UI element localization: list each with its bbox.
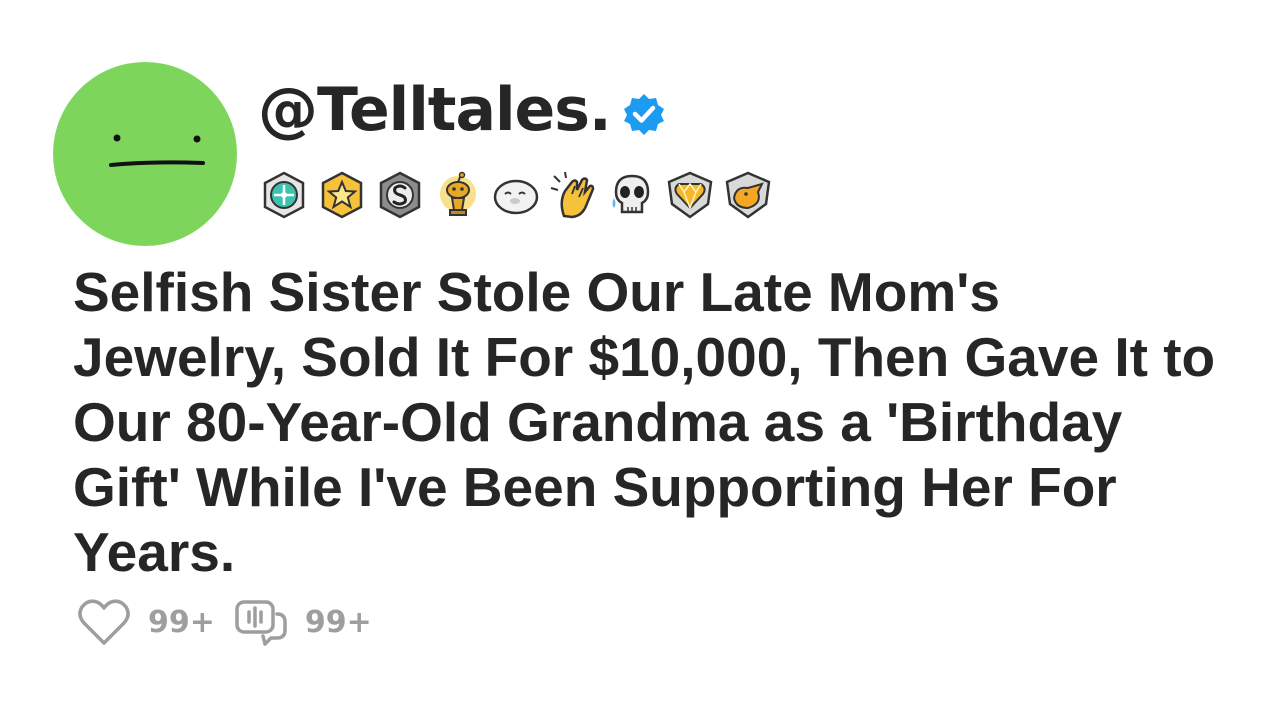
like-count: 99+ bbox=[148, 604, 215, 640]
comment-icon[interactable] bbox=[233, 596, 289, 648]
post-stats: 99+ 99+ bbox=[76, 596, 390, 648]
verified-badge-icon bbox=[623, 94, 664, 135]
award-badges bbox=[258, 170, 774, 220]
star-medal-icon[interactable] bbox=[316, 170, 368, 220]
comment-count: 99+ bbox=[304, 604, 372, 640]
post-title[interactable]: Selfish Sister Stole Our Late Mom's Jewe… bbox=[73, 260, 1223, 585]
neutral-face-icon bbox=[109, 134, 205, 167]
avatar[interactable] bbox=[53, 62, 237, 246]
s-coin-medal-icon[interactable] bbox=[374, 170, 426, 220]
compass-medal-icon[interactable] bbox=[258, 170, 310, 220]
sleepy-seal-icon[interactable] bbox=[490, 170, 542, 220]
profile-header: @Telltales. bbox=[258, 80, 667, 140]
gold-trophy-snoo-icon[interactable] bbox=[432, 170, 484, 220]
gold-duck-shield-icon[interactable] bbox=[722, 170, 774, 220]
gold-diamond-heart-icon[interactable] bbox=[664, 170, 716, 220]
clapping-hands-icon[interactable] bbox=[548, 170, 600, 220]
username[interactable]: @Telltales. bbox=[258, 80, 612, 140]
heart-icon[interactable] bbox=[76, 596, 132, 648]
crying-skull-icon[interactable] bbox=[606, 170, 658, 220]
